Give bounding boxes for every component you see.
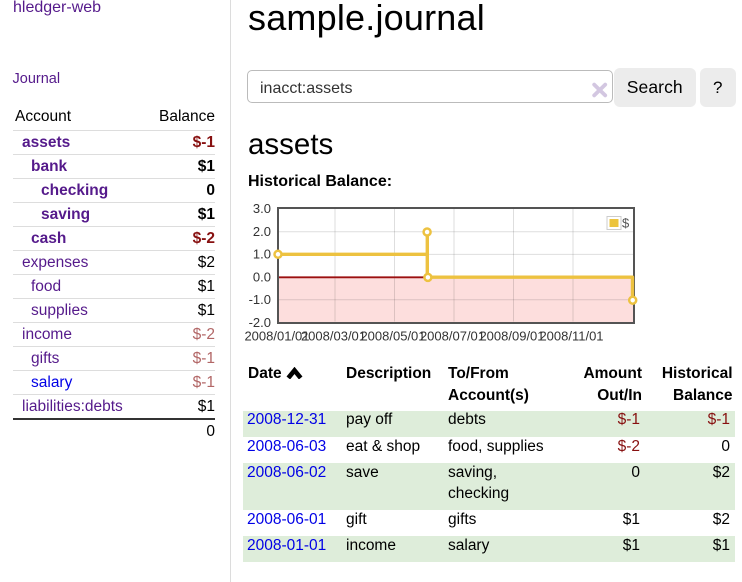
svg-text:2008/05/01: 2008/05/01 [360, 329, 425, 344]
svg-text:0.0: 0.0 [253, 270, 271, 285]
svg-text:2008/03/01: 2008/03/01 [301, 329, 366, 344]
svg-text:2008/11/01: 2008/11/01 [539, 329, 603, 344]
svg-text:-1.0: -1.0 [249, 292, 271, 307]
svg-text:$: $ [622, 216, 630, 231]
svg-text:2008/09/01: 2008/09/01 [479, 329, 544, 344]
svg-text:2008/01/01: 2008/01/01 [244, 329, 309, 344]
svg-text:2.0: 2.0 [253, 224, 271, 239]
svg-text:3.0: 3.0 [253, 201, 271, 216]
svg-text:2008/07/01: 2008/07/01 [420, 329, 485, 344]
svg-text:1.0: 1.0 [253, 247, 271, 262]
